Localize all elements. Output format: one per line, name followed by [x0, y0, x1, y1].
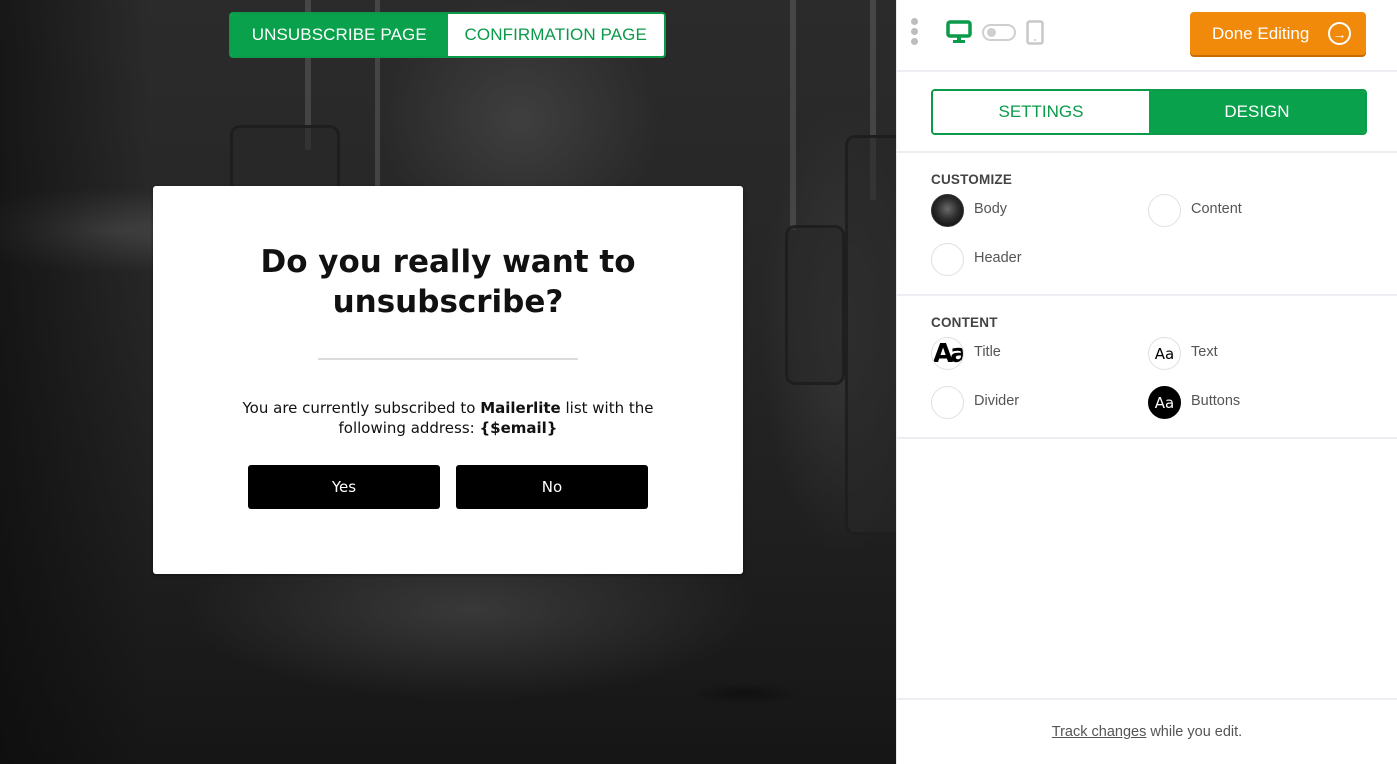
done-editing-button[interactable]: Done Editing →	[1190, 12, 1366, 55]
tab-unsubscribe-page[interactable]: UNSUBSCRIBE PAGE	[231, 14, 448, 56]
customize-header-option[interactable]: Header	[931, 243, 1022, 276]
tablet-icon[interactable]	[1026, 20, 1044, 51]
customize-body-option[interactable]: Body	[931, 194, 1007, 227]
background-seat	[230, 125, 340, 195]
background-seat	[845, 135, 896, 535]
editor-panel: Done Editing → SETTINGS DESIGN CUSTOMIZE…	[896, 0, 1397, 764]
page-preview-canvas: UNSUBSCRIBE PAGE CONFIRMATION PAGE Do yo…	[0, 0, 896, 764]
modal-title[interactable]: Do you really want to unsubscribe?	[233, 242, 663, 322]
device-toggle[interactable]	[982, 24, 1016, 41]
background-pole	[790, 0, 796, 230]
tab-settings[interactable]: SETTINGS	[933, 91, 1149, 133]
modal-divider[interactable]	[318, 358, 578, 360]
body-swatch	[931, 194, 964, 227]
modal-buttons: Yes No	[153, 465, 743, 509]
kebab-menu-icon[interactable]	[911, 18, 919, 46]
footer-text: while you edit.	[1150, 724, 1243, 740]
background-seat	[785, 225, 845, 385]
option-label: Text	[1191, 343, 1218, 360]
title-swatch: Aa	[931, 337, 964, 370]
done-editing-label: Done Editing	[1212, 23, 1310, 43]
buttons-swatch: Aa	[1148, 386, 1181, 419]
customize-content-option[interactable]: Content	[1148, 194, 1242, 227]
list-name: Mailerlite	[480, 399, 561, 417]
content-buttons-option[interactable]: Aa Buttons	[1148, 386, 1240, 419]
content-section: CONTENT Aa Title Aa Text Divider Aa Butt…	[897, 296, 1397, 439]
panel-footer: Track changes while you edit.	[897, 698, 1397, 764]
customize-section: CUSTOMIZE Body Content Header	[897, 153, 1397, 296]
tab-design[interactable]: DESIGN	[1149, 91, 1365, 133]
modal-body-text[interactable]: You are currently subscribed to Mailerli…	[208, 398, 688, 438]
content-title: CONTENT	[931, 315, 998, 330]
option-label: Divider	[974, 392, 1020, 409]
header-swatch	[931, 243, 964, 276]
text-swatch: Aa	[1148, 337, 1181, 370]
content-swatch	[1148, 194, 1181, 227]
option-label: Body	[974, 200, 1008, 217]
content-divider-option[interactable]: Divider	[931, 386, 1019, 419]
desktop-icon[interactable]	[946, 20, 972, 49]
yes-button[interactable]: Yes	[248, 465, 440, 509]
text-prefix: You are currently subscribed to	[242, 399, 481, 417]
unsubscribe-modal: Do you really want to unsubscribe? You a…	[153, 186, 743, 574]
editor-topbar: Done Editing →	[897, 0, 1397, 72]
customize-title: CUSTOMIZE	[931, 172, 1013, 187]
option-label: Title	[974, 343, 1001, 360]
no-button[interactable]: No	[456, 465, 648, 509]
page-type-tabs: UNSUBSCRIBE PAGE CONFIRMATION PAGE	[229, 12, 666, 58]
option-label: Buttons	[1191, 392, 1241, 409]
mode-tabs-row: SETTINGS DESIGN	[897, 72, 1397, 153]
content-text-option[interactable]: Aa Text	[1148, 337, 1218, 370]
email-token: {$email}	[479, 419, 558, 437]
background-shade	[0, 0, 150, 764]
mode-tabs: SETTINGS DESIGN	[931, 89, 1367, 135]
option-label: Header	[974, 249, 1022, 266]
arrow-right-circle-icon: →	[1328, 22, 1351, 45]
divider-swatch	[931, 386, 964, 419]
tab-confirmation-page[interactable]: CONFIRMATION PAGE	[447, 14, 664, 56]
content-title-option[interactable]: Aa Title	[931, 337, 1001, 370]
option-label: Content	[1191, 200, 1242, 217]
track-changes-link[interactable]: Track changes	[1052, 724, 1147, 740]
